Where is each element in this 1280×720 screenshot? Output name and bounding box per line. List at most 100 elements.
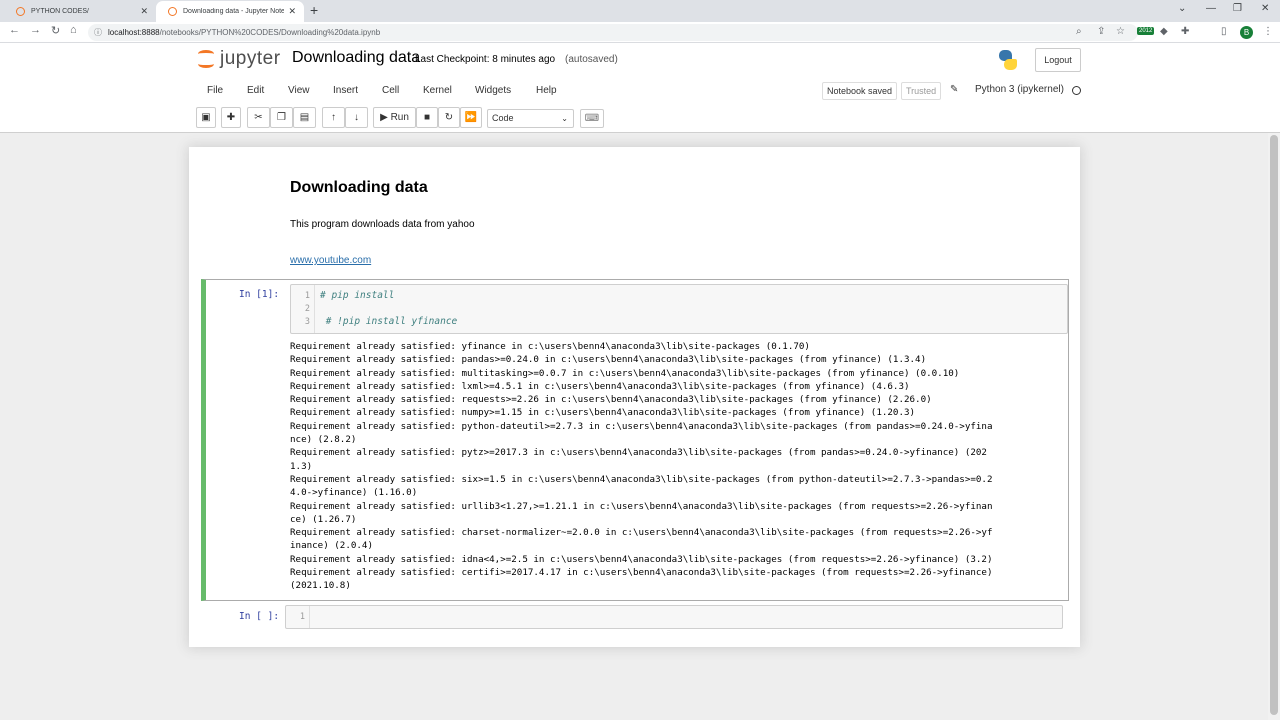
output-line: Requirement already satisfied: certifi>=… [290, 567, 993, 579]
code-cell-selected[interactable]: In [1]: 1 2 3 # pip install # !pip insta… [201, 279, 1069, 601]
interrupt-icon[interactable]: ■ [416, 107, 438, 128]
play-icon: ▶ [380, 112, 388, 123]
move-up-icon[interactable]: ↑ [322, 107, 345, 128]
code-line: # pip install [320, 290, 395, 301]
output-line: nce) (2.8.2) [290, 434, 357, 446]
bookmark-star-icon[interactable]: ☆ [1116, 26, 1125, 37]
output-line: Requirement already satisfied: python-da… [290, 420, 993, 432]
share-icon[interactable]: ⇪ [1097, 26, 1105, 37]
kernel-idle-indicator-icon [1072, 86, 1081, 95]
new-tab-button[interactable]: + [310, 2, 318, 18]
menu-kernel[interactable]: Kernel [423, 85, 452, 96]
keyboard-shortcuts-icon[interactable]: ⌨ [580, 109, 604, 128]
notebook-saved-indicator: Notebook saved [822, 82, 898, 100]
trusted-button[interactable]: Trusted [901, 82, 942, 100]
tab-search-icon[interactable]: ⌄ [1178, 3, 1186, 14]
output-line: Requirement already satisfied: pandas>=0… [290, 354, 927, 366]
move-down-icon[interactable]: ↓ [345, 107, 368, 128]
output-line: Requirement already satisfied: numpy>=1.… [290, 407, 916, 419]
url-input[interactable]: ⓘ localhost:8888/notebooks/PYTHON%20CODE… [88, 24, 1138, 41]
code-editor[interactable]: 1 2 3 # pip install # !pip install yfina… [290, 284, 1068, 334]
line-gutter: 1 [286, 606, 310, 628]
line-gutter: 1 2 3 [291, 285, 315, 333]
tab-python-codes[interactable]: PYTHON CODES/ ✕ [4, 1, 156, 22]
restart-icon[interactable]: ↻ [438, 107, 460, 128]
notebook-title[interactable]: Downloading data [292, 49, 420, 67]
info-icon[interactable]: ⓘ [94, 27, 102, 38]
input-prompt: In [ ]: [239, 611, 280, 622]
save-icon[interactable]: ▣ [196, 107, 216, 128]
menu-view[interactable]: View [288, 85, 310, 96]
forward-icon[interactable]: → [30, 24, 41, 36]
close-tab-icon[interactable]: ✕ [140, 6, 148, 17]
tab-title: PYTHON CODES/ [31, 8, 89, 15]
output-line: Requirement already satisfied: six>=1.5 … [290, 473, 993, 485]
extensions-puzzle-icon[interactable]: ✚ [1181, 26, 1189, 37]
code-editor[interactable]: 1 [285, 605, 1063, 629]
paste-icon[interactable]: ▤ [293, 107, 316, 128]
insert-cell-icon[interactable]: ✚ [221, 107, 241, 128]
menu-help[interactable]: Help [536, 85, 557, 96]
edit-pencil-icon[interactable]: ✎ [950, 84, 958, 95]
maximize-icon[interactable]: ❐ [1233, 3, 1242, 14]
cell-output: Requirement already satisfied: yfinance … [290, 340, 1068, 593]
output-line: Requirement already satisfied: lxml>=4.5… [290, 380, 910, 392]
extension-badge-icon[interactable]: 2012 [1137, 27, 1155, 35]
markdown-paragraph: This program downloads data from yahoo [290, 219, 475, 230]
close-tab-icon[interactable]: ✕ [288, 6, 296, 17]
side-panel-icon[interactable]: ▯ [1221, 26, 1227, 37]
run-button[interactable]: ▶ Run [373, 107, 416, 128]
line-number: 3 [304, 317, 310, 327]
reload-icon[interactable]: ↻ [51, 24, 60, 37]
menu-cell[interactable]: Cell [382, 85, 399, 96]
home-icon[interactable]: ⌂ [70, 24, 77, 36]
minimize-icon[interactable]: — [1206, 3, 1216, 14]
scrollbar-thumb[interactable] [1270, 135, 1278, 715]
menu-file[interactable]: File [207, 85, 223, 96]
copy-icon[interactable]: ❐ [270, 107, 293, 128]
page-scrollbar[interactable] [1268, 133, 1280, 720]
profile-avatar[interactable]: B [1240, 26, 1253, 39]
jupyter-wordmark: jupyter [220, 48, 281, 69]
input-prompt: In [1]: [239, 289, 280, 300]
chevron-down-icon: ⌄ [561, 114, 568, 123]
browser-tab-bar: PYTHON CODES/ ✕ Downloading data - Jupyt… [0, 0, 1280, 22]
menu-edit[interactable]: Edit [247, 85, 264, 96]
jupyter-favicon-icon [168, 7, 177, 16]
jupyter-logo[interactable]: jupyter [198, 48, 281, 70]
zoom-icon[interactable]: ⌕ [1076, 26, 1082, 37]
output-line: Requirement already satisfied: yfinance … [290, 341, 810, 352]
output-line: Requirement already satisfied: requests>… [290, 394, 932, 406]
line-number: 1 [304, 291, 310, 301]
output-line: Requirement already satisfied: pytz>=201… [290, 447, 987, 459]
line-number: 1 [299, 612, 305, 622]
output-line: Requirement already satisfied: charset-n… [290, 527, 993, 539]
window-close-icon[interactable]: ✕ [1261, 3, 1269, 14]
output-line: Requirement already satisfied: multitask… [290, 367, 960, 379]
restart-run-all-icon[interactable]: ⏩ [460, 107, 482, 128]
tab-downloading-data[interactable]: Downloading data - Jupyter Note ✕ [156, 1, 304, 22]
output-line: ce) (1.26.7) [290, 513, 357, 525]
menu-insert[interactable]: Insert [333, 85, 358, 96]
browser-menu-icon[interactable]: ⋮ [1263, 26, 1273, 37]
fox-extension-icon[interactable]: ◆ [1160, 26, 1168, 37]
logout-button[interactable]: Logout [1035, 48, 1081, 72]
cut-icon[interactable]: ✂ [247, 107, 270, 128]
kernel-name[interactable]: Python 3 (ipykernel) [975, 84, 1064, 95]
menu-widgets[interactable]: Widgets [475, 85, 511, 96]
code-cell-empty[interactable]: In [ ]: 1 [201, 605, 1069, 631]
back-icon[interactable]: ← [9, 24, 20, 36]
last-checkpoint: Last Checkpoint: 8 minutes ago [415, 54, 556, 65]
line-number: 2 [304, 304, 310, 314]
python-logo-icon [997, 49, 1019, 71]
output-line: Requirement already satisfied: idna<4,>=… [290, 553, 993, 565]
cell-type-value: Code [492, 113, 514, 123]
youtube-link[interactable]: www.youtube.com [290, 255, 371, 266]
notebook-page: Downloading data This program downloads … [189, 147, 1080, 647]
jupyter-favicon-icon [16, 7, 25, 16]
cell-type-select[interactable]: Code ⌄ [487, 109, 574, 128]
output-line: Requirement already satisfied: urllib3<1… [290, 500, 993, 512]
output-line: (2021.10.8) [290, 580, 351, 592]
output-line: 1.3) [290, 460, 313, 472]
markdown-heading: Downloading data [290, 179, 428, 196]
